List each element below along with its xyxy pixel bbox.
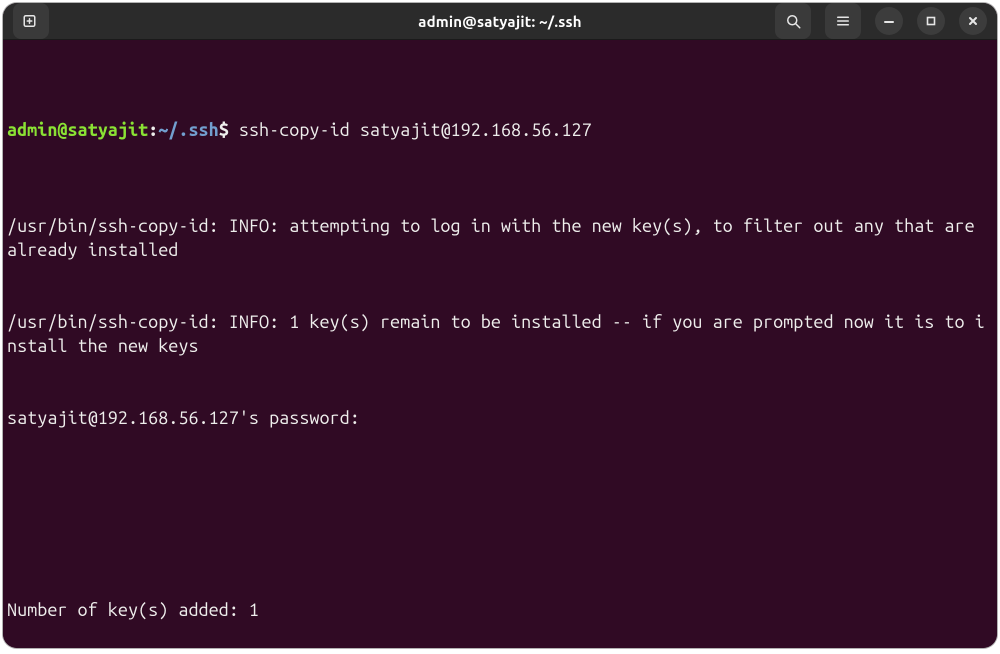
blank-line — [7, 502, 993, 526]
hamburger-icon — [834, 12, 852, 30]
close-icon — [967, 15, 979, 27]
command-text: ssh-copy-id satyajit@192.168.56.127 — [229, 120, 592, 140]
window-title: admin@satyajit: ~/.ssh — [233, 13, 767, 30]
new-tab-icon — [22, 12, 40, 30]
close-button[interactable] — [959, 7, 987, 35]
maximize-icon — [925, 15, 937, 27]
prompt-colon: : — [148, 120, 158, 140]
maximize-button[interactable] — [917, 7, 945, 35]
menu-button[interactable] — [825, 3, 861, 39]
output-line: Number of key(s) added: 1 — [7, 598, 993, 622]
output-line: satyajit@192.168.56.127's password: — [7, 406, 993, 430]
search-icon — [784, 12, 802, 30]
search-button[interactable] — [775, 3, 811, 39]
terminal-window: admin@satyajit: ~/.ssh — [3, 3, 997, 648]
output-line: /usr/bin/ssh-copy-id: INFO: 1 key(s) rem… — [7, 310, 993, 358]
new-tab-button[interactable] — [13, 3, 49, 39]
titlebar-right — [767, 3, 987, 39]
minimize-button[interactable] — [875, 7, 903, 35]
prompt-path: ~/.ssh — [158, 120, 218, 140]
terminal-body[interactable]: admin@satyajit:~/.ssh$ ssh-copy-id satya… — [3, 40, 997, 648]
titlebar-left — [13, 3, 233, 39]
prompt-line: admin@satyajit:~/.ssh$ ssh-copy-id satya… — [7, 118, 993, 142]
titlebar: admin@satyajit: ~/.ssh — [3, 3, 997, 40]
output-line: /usr/bin/ssh-copy-id: INFO: attempting t… — [7, 214, 993, 262]
prompt-user-host: admin@satyajit — [7, 120, 148, 140]
prompt-symbol: $ — [219, 120, 229, 140]
minimize-icon — [883, 15, 895, 27]
